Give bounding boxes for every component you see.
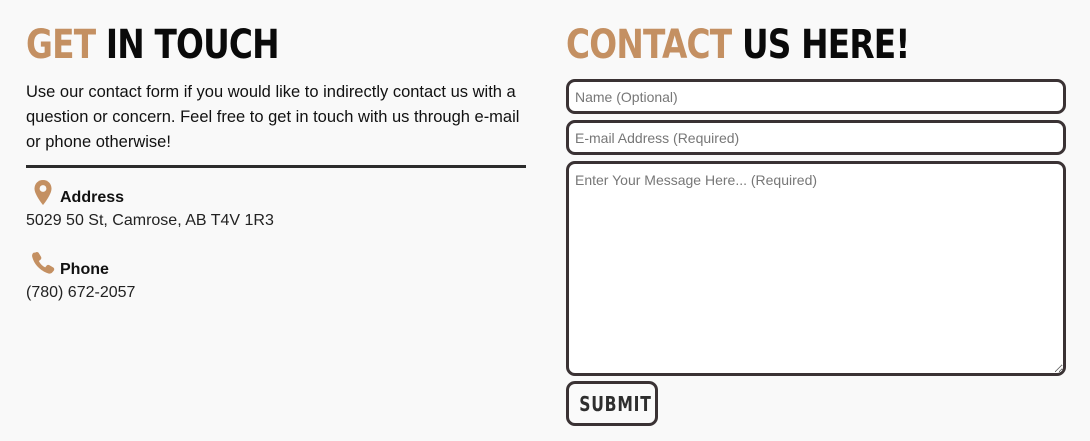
heading-accent: CONTACT (566, 22, 732, 68)
get-in-touch-section: GET IN TOUCH Use our contact form if you… (26, 22, 526, 306)
address-title: Address (60, 189, 125, 206)
get-in-touch-heading: GET IN TOUCH (26, 22, 436, 68)
address-value: 5029 50 St, Camrose, AB T4V 1R3 (26, 212, 274, 229)
divider (26, 165, 526, 168)
intro-text: Use our contact form if you would like t… (26, 83, 520, 151)
email-input[interactable] (566, 120, 1066, 155)
submit-button[interactable]: SUBMIT (566, 381, 658, 426)
heading-rest: IN TOUCH (105, 22, 280, 68)
address-block: Address 5029 50 St, Camrose, AB T4V 1R3 (26, 180, 526, 234)
contact-heading: CONTACT US HERE! (566, 22, 976, 68)
name-input[interactable] (566, 79, 1066, 114)
submit-label: SUBMIT (579, 391, 652, 416)
map-pin-icon (26, 180, 60, 208)
phone-value[interactable]: (780) 672-2057 (26, 280, 526, 306)
message-textarea[interactable] (566, 161, 1066, 376)
heading-rest: US HERE! (741, 22, 910, 68)
contact-form-section: CONTACT US HERE! SUBMIT (566, 22, 1066, 426)
contact-form: SUBMIT (566, 79, 1066, 426)
phone-block: Phone (780) 672-2057 (26, 251, 526, 306)
phone-title: Phone (60, 261, 109, 278)
phone-icon (26, 251, 60, 280)
heading-accent: GET (26, 22, 96, 68)
